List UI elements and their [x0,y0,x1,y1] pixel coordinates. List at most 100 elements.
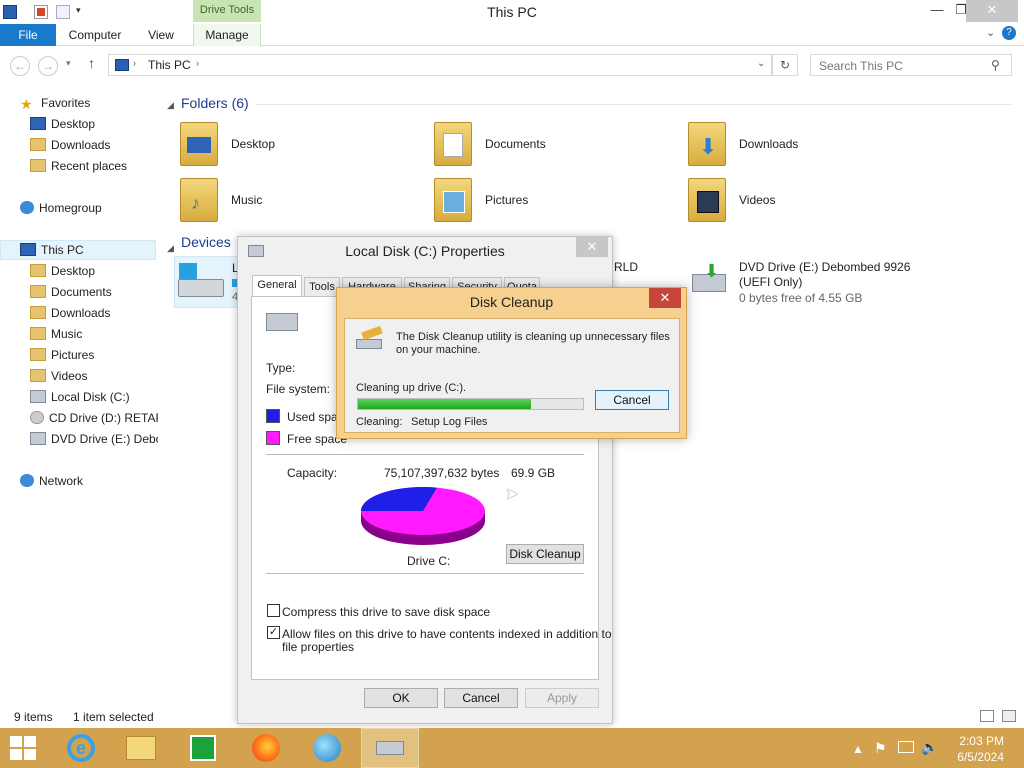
cleanup-cancel-button[interactable]: Cancel [595,390,669,410]
music-folder-icon [30,327,46,340]
nav-favorites[interactable]: ★ Favorites [20,93,90,113]
tab-computer[interactable]: Computer [60,24,130,46]
folder-desktop-label[interactable]: Desktop [231,137,275,151]
network-tray-icon[interactable] [898,741,914,753]
address-bar[interactable]: › This PC › ⌄ [108,54,772,76]
clock-time[interactable]: 2:03 PM [948,734,1004,748]
capacity-gb: 69.9 GB [511,466,556,480]
pictures-folder-icon [30,348,46,361]
properties-close-button[interactable]: ✕ [576,237,608,257]
nav-label: Videos [51,369,88,383]
recent-locations-icon[interactable]: ▾ [66,58,71,69]
collapse-folders-icon[interactable]: ◢ [167,100,174,111]
nav-label: Local Disk (C:) [51,390,130,404]
taskbar-internet-explorer[interactable]: e [52,728,110,768]
status-items-count: 9 items [14,710,53,724]
index-label-line1[interactable]: Allow files on this drive to have conten… [282,627,612,641]
new-folder-icon[interactable] [56,5,70,19]
nav-pc-local-disk[interactable]: Local Disk (C:) [30,387,130,407]
properties-icon[interactable] [34,5,48,19]
forward-button[interactable]: → [38,56,58,76]
dvd-drive-name[interactable]: DVD Drive (E:) Debombed 9926 [739,260,910,274]
title-bar: This PC [0,0,1024,24]
back-button[interactable]: ← [10,56,30,76]
nav-pc-cd-drive[interactable]: CD Drive (D:) RETAP [30,408,158,428]
pictures-folder-icon[interactable] [434,178,472,222]
cancel-button[interactable]: Cancel [444,688,518,708]
details-view-icon[interactable] [980,710,994,722]
compress-label[interactable]: Compress this drive to save disk space [282,605,490,619]
tab-manage[interactable]: Manage [193,24,261,46]
mouse-cursor-icon: ➤ [505,486,519,503]
help-icon[interactable]: ? [1002,26,1016,40]
nav-fav-recent[interactable]: Recent places [30,156,127,176]
clock-date[interactable]: 6/5/2024 [948,750,1004,764]
nav-pc-music[interactable]: Music [30,324,82,344]
nav-pc-videos[interactable]: Videos [30,366,87,386]
apply-button[interactable]: Apply [525,688,599,708]
up-button[interactable]: ↑ [88,55,95,71]
volume-muted-icon[interactable]: 🔈 [921,739,938,756]
nav-fav-downloads[interactable]: Downloads [30,135,110,155]
cleaning-value: Setup Log Files [411,416,488,428]
ok-button[interactable]: OK [364,688,438,708]
search-input[interactable]: Search This PC ⚲ [810,54,1012,76]
tab-file[interactable]: File [0,24,56,46]
customize-qat-icon[interactable]: ▾ [76,5,81,16]
taskbar-file-explorer[interactable] [112,728,170,768]
this-pc-icon[interactable] [3,5,17,19]
desktop-folder-icon[interactable] [180,122,218,166]
documents-folder-icon[interactable] [434,122,472,166]
dvd-drive-icon[interactable]: ⬇ [692,262,728,294]
tab-tools[interactable]: Tools [304,277,340,297]
nav-this-pc[interactable]: This PC [20,240,84,260]
index-checkbox[interactable]: ✓ [267,626,280,639]
desktop-icon [30,117,46,130]
folder-downloads-label[interactable]: Downloads [739,137,798,151]
chevron-down-icon[interactable]: ⌄ [986,26,995,39]
nav-network[interactable]: Network [20,471,83,491]
videos-folder-icon[interactable] [688,178,726,222]
show-hidden-icons[interactable]: ▲ [852,742,864,756]
collapse-devices-icon[interactable]: ◢ [167,243,174,254]
cd-drive-icon [30,411,44,424]
breadcrumb-arrow-icon[interactable]: › [196,58,199,68]
folder-videos-label[interactable]: Videos [739,193,775,207]
address-dropdown-icon[interactable]: ⌄ [757,58,765,69]
start-button[interactable] [10,736,38,762]
folder-music-label[interactable]: Music [231,193,262,207]
nav-pc-documents[interactable]: Documents [30,282,112,302]
recent-places-icon [30,159,46,172]
nav-pc-downloads[interactable]: Downloads [30,303,110,323]
used-space-swatch [266,409,280,423]
taskbar-store[interactable] [174,728,232,768]
nav-fav-desktop[interactable]: Desktop [30,114,95,134]
close-button[interactable]: ✕ [966,0,1018,22]
nav-pc-desktop[interactable]: Desktop [30,261,95,281]
nav-homegroup[interactable]: Homegroup [20,198,102,218]
nav-pc-dvd-drive[interactable]: DVD Drive (E:) Debo [30,429,158,449]
breadcrumb-this-pc[interactable]: This PC [148,58,191,72]
cd-drive-partial-label[interactable]: RLD [614,260,638,274]
tab-general[interactable]: General [252,275,302,297]
nav-pc-pictures[interactable]: Pictures [30,345,94,365]
cleanup-close-button[interactable]: ✕ [649,288,681,308]
refresh-button[interactable]: ↻ [772,54,798,76]
taskbar-disk-cleanup[interactable] [361,728,419,768]
breadcrumb-arrow-icon[interactable]: › [133,58,136,68]
action-center-flag-icon[interactable]: ⚑ [874,740,887,757]
large-icons-view-icon[interactable] [1002,710,1016,722]
folder-pictures-label[interactable]: Pictures [485,193,528,207]
folder-documents-label[interactable]: Documents [485,137,546,151]
drive-tools-context-tab: Drive Tools [193,0,261,22]
taskbar-firefox[interactable] [237,728,295,768]
download-manager-icon [313,734,341,762]
index-label-line2[interactable]: file properties [282,640,354,654]
music-folder-icon[interactable]: ♪ [180,178,218,222]
local-disk-tile[interactable]: L 4 [174,256,240,308]
taskbar-download-manager[interactable] [298,728,356,768]
tab-view[interactable]: View [138,24,184,46]
downloads-folder-icon[interactable]: ⬇ [688,122,726,166]
disk-cleanup-button[interactable]: Disk Cleanup [506,544,584,564]
compress-checkbox[interactable] [267,604,280,617]
